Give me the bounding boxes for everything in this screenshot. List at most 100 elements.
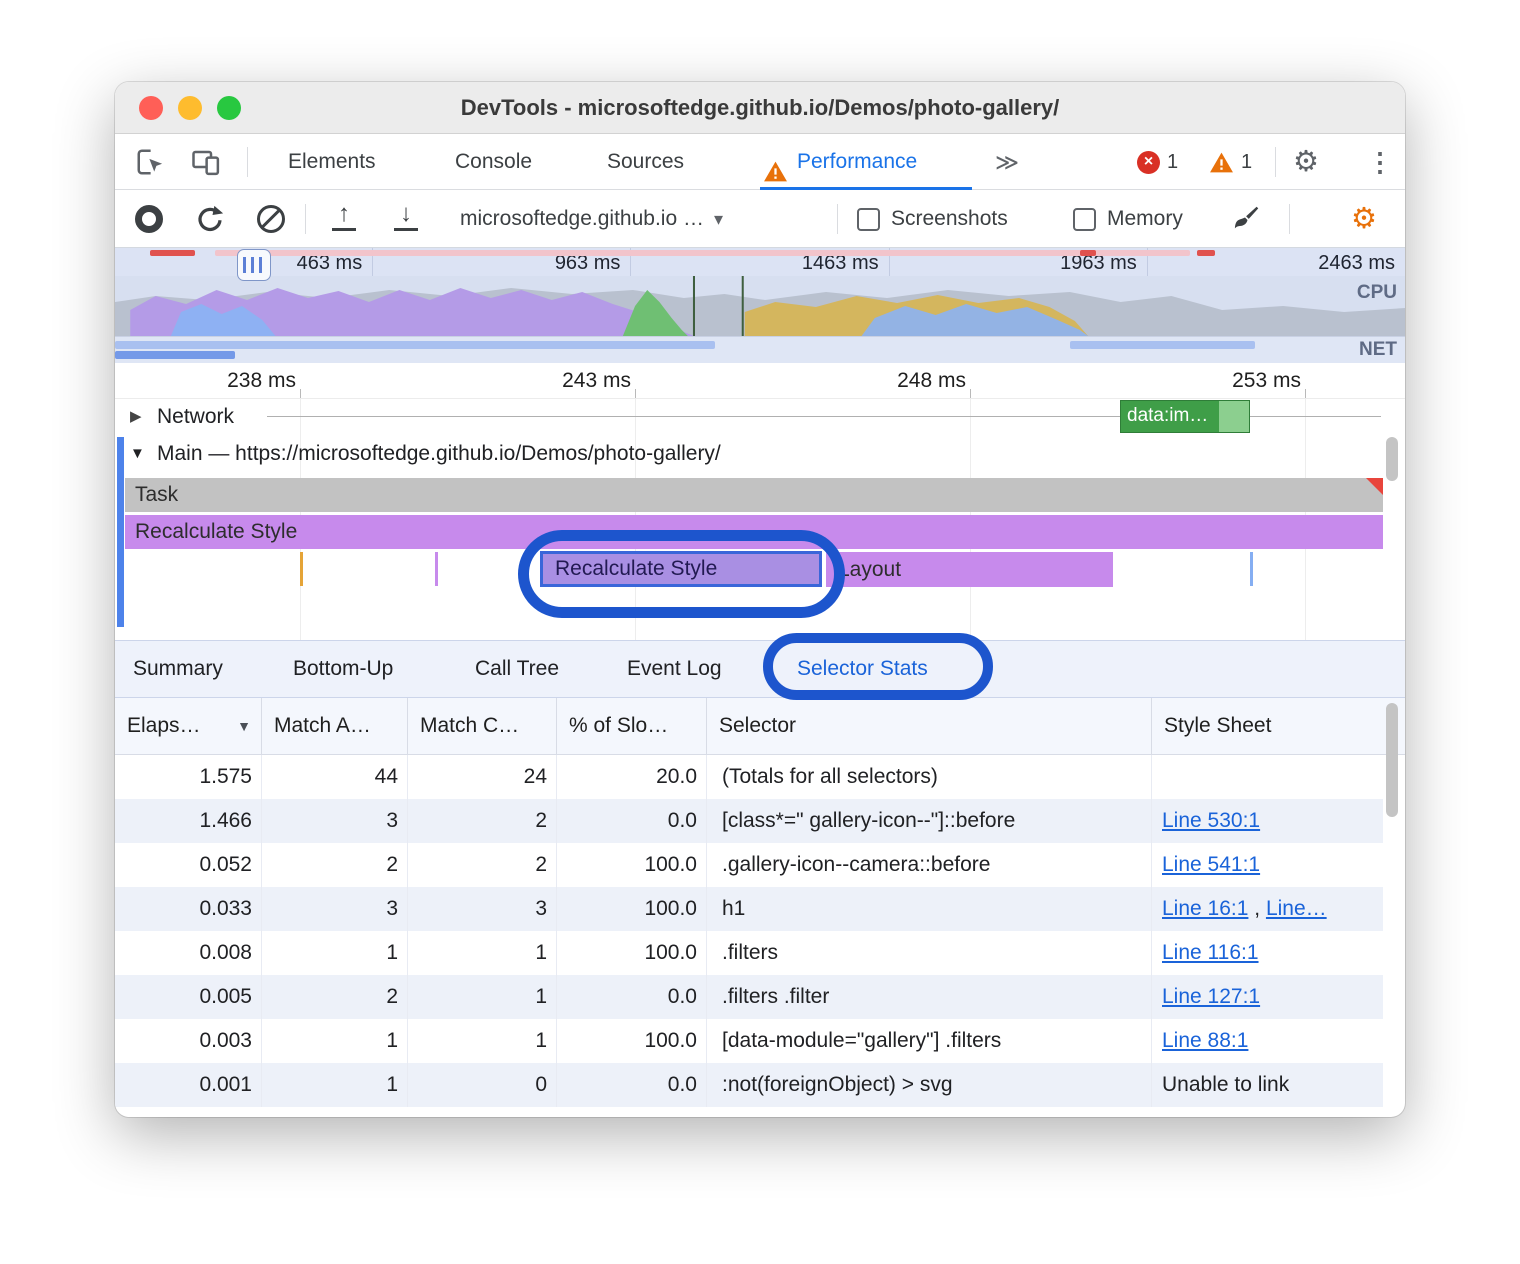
- table-row[interactable]: 1.466320.0[class*=" gallery-icon--"]::be…: [115, 799, 1383, 843]
- layout-event[interactable]: Layout: [825, 552, 1113, 587]
- cell-style-sheet: Line 530:1: [1152, 799, 1383, 843]
- main-collapse-icon[interactable]: ▼: [130, 434, 145, 474]
- flame-scrollbar-thumb[interactable]: [1386, 437, 1398, 481]
- main-thread-track: ▼ Main — https://microsoftedge.github.io…: [115, 434, 1405, 474]
- clear-recording-icon[interactable]: [257, 205, 285, 233]
- upload-arrow-glyph: ↑: [329, 201, 359, 227]
- minor-event-sliver[interactable]: [1250, 552, 1253, 586]
- minor-event-sliver[interactable]: [435, 552, 438, 586]
- minimize-window-button[interactable]: [178, 96, 202, 120]
- more-tabs-chevron-icon[interactable]: ≫: [995, 134, 1019, 190]
- table-row[interactable]: 0.05222100.0.gallery-icon--camera::befor…: [115, 843, 1383, 887]
- selected-event-label: Recalculate Style: [543, 554, 819, 584]
- header-selector[interactable]: Selector: [707, 698, 1152, 754]
- cell-match-count: 3: [408, 887, 557, 931]
- device-toolbar-icon[interactable]: [191, 147, 221, 177]
- tab-bottom-up[interactable]: Bottom-Up: [293, 641, 393, 697]
- zoom-window-button[interactable]: [217, 96, 241, 120]
- cell-elapsed: 0.003: [115, 1019, 262, 1063]
- tab-event-log[interactable]: Event Log: [627, 641, 722, 697]
- selector-stats-body: 1.575442420.0(Totals for all selectors)1…: [115, 755, 1383, 1107]
- cell-elapsed: 0.008: [115, 931, 262, 975]
- warning-badge[interactable]: 1: [1209, 134, 1252, 190]
- header-match-count[interactable]: Match C…: [408, 698, 557, 754]
- table-row[interactable]: 0.001100.0:not(foreignObject) > svgUnabl…: [115, 1063, 1383, 1107]
- history-label: microsoftedge.github.io …: [460, 207, 704, 231]
- recalculate-style-event[interactable]: Recalculate Style: [125, 515, 1383, 549]
- more-options-icon[interactable]: ⋮: [1367, 134, 1393, 190]
- ruler-tick: [635, 389, 636, 398]
- style-sheet-link[interactable]: Line 16:1: [1162, 897, 1248, 920]
- analysis-tabbar: Summary Bottom-Up Call Tree Event Log Se…: [115, 640, 1405, 698]
- cell-match-attempts: 3: [262, 887, 408, 931]
- net-activity-bar: [115, 341, 715, 349]
- cell-match-attempts: 2: [262, 843, 408, 887]
- table-row[interactable]: 0.00311100.0[data-module="gallery"] .fil…: [115, 1019, 1383, 1063]
- load-profile-icon[interactable]: ↑: [329, 201, 359, 235]
- performance-toolbar: ↑ ↓ microsoftedge.github.io … ▾ Screensh…: [115, 190, 1405, 248]
- tab-call-tree[interactable]: Call Tree: [475, 641, 559, 697]
- devtools-window: DevTools - microsoftedge.github.io/Demos…: [115, 82, 1405, 1117]
- header-match-attempts[interactable]: Match A…: [262, 698, 408, 754]
- tab-selector-stats[interactable]: Selector Stats: [797, 641, 928, 697]
- cell-match-attempts: 44: [262, 755, 408, 799]
- reload-and-record-icon[interactable]: [195, 204, 225, 234]
- history-dropdown[interactable]: microsoftedge.github.io … ▾: [460, 190, 723, 248]
- table-row[interactable]: 0.005210.0.filters .filterLine 127:1: [115, 975, 1383, 1019]
- error-x-glyph: ×: [1144, 153, 1153, 171]
- cell-slow-pct: 20.0: [557, 755, 707, 799]
- screenshots-checkbox[interactable]: [857, 208, 880, 231]
- style-sheet-link[interactable]: Line 88:1: [1162, 1029, 1248, 1052]
- error-badge[interactable]: × 1: [1137, 134, 1178, 190]
- table-row[interactable]: 0.00811100.0.filtersLine 116:1: [115, 931, 1383, 975]
- table-row[interactable]: 0.03333100.0h1Line 16:1 , Line…: [115, 887, 1383, 931]
- timeline-overview[interactable]: 463 ms 963 ms 1463 ms 1963 ms 2463 ms CP…: [115, 248, 1405, 363]
- overview-zoom-handle[interactable]: [237, 249, 271, 281]
- close-window-button[interactable]: [139, 96, 163, 120]
- header-elapsed[interactable]: Elaps… ▼: [115, 698, 262, 754]
- cell-slow-pct: 0.0: [557, 975, 707, 1019]
- cell-selector: [data-module="gallery"] .filters: [707, 1019, 1152, 1063]
- table-row[interactable]: 1.575442420.0(Totals for all selectors): [115, 755, 1383, 799]
- style-sheet-link[interactable]: Line 116:1: [1162, 941, 1259, 964]
- cell-slow-pct: 100.0: [557, 843, 707, 887]
- style-sheet-link[interactable]: Line 127:1: [1162, 985, 1260, 1008]
- record-button[interactable]: [135, 205, 163, 233]
- cpu-activity-chart[interactable]: [115, 276, 1405, 336]
- header-slow-path[interactable]: % of Slo…: [557, 698, 707, 754]
- cell-elapsed: 1.466: [115, 799, 262, 843]
- tab-sources[interactable]: Sources: [607, 134, 684, 190]
- network-expand-icon[interactable]: ▶: [130, 399, 142, 434]
- tab-console[interactable]: Console: [455, 134, 532, 190]
- header-match-count-label: Match C…: [420, 714, 519, 738]
- style-sheet-link[interactable]: Line 530:1: [1162, 809, 1260, 832]
- divider: [247, 147, 248, 177]
- capture-settings-gear-icon[interactable]: ⚙: [1351, 190, 1377, 248]
- table-scrollbar-thumb[interactable]: [1386, 703, 1398, 817]
- cell-match-count: 1: [408, 1019, 557, 1063]
- save-profile-icon[interactable]: ↓: [391, 201, 421, 235]
- cell-style-sheet: Line 88:1: [1152, 1019, 1383, 1063]
- cell-slow-pct: 0.0: [557, 799, 707, 843]
- settings-gear-icon[interactable]: ⚙: [1293, 134, 1319, 190]
- minor-event-sliver[interactable]: [300, 552, 303, 586]
- long-task-marker: [215, 250, 1190, 256]
- inspect-element-icon[interactable]: [135, 147, 165, 177]
- network-request-block[interactable]: data:im…: [1120, 400, 1250, 433]
- tab-elements[interactable]: Elements: [288, 134, 376, 190]
- tab-performance[interactable]: Performance: [763, 134, 917, 190]
- collect-garbage-icon[interactable]: [1231, 204, 1261, 234]
- selected-recalculate-style-event[interactable]: Recalculate Style: [540, 551, 822, 587]
- header-style-sheet[interactable]: Style Sheet: [1152, 698, 1383, 754]
- tab-summary[interactable]: Summary: [133, 641, 223, 697]
- network-track: ▶ Network data:im…: [115, 399, 1405, 434]
- memory-label: Memory: [1107, 190, 1183, 248]
- memory-checkbox[interactable]: [1073, 208, 1096, 231]
- traffic-lights: [139, 96, 241, 120]
- task-event[interactable]: Task: [125, 478, 1383, 512]
- main-track-label: Main — https://microsoftedge.github.io/D…: [157, 434, 721, 474]
- titlebar: DevTools - microsoftedge.github.io/Demos…: [115, 82, 1405, 134]
- style-sheet-link[interactable]: Line…: [1266, 897, 1327, 920]
- cpu-chart-svg: [115, 276, 1405, 336]
- style-sheet-link[interactable]: Line 541:1: [1162, 853, 1260, 876]
